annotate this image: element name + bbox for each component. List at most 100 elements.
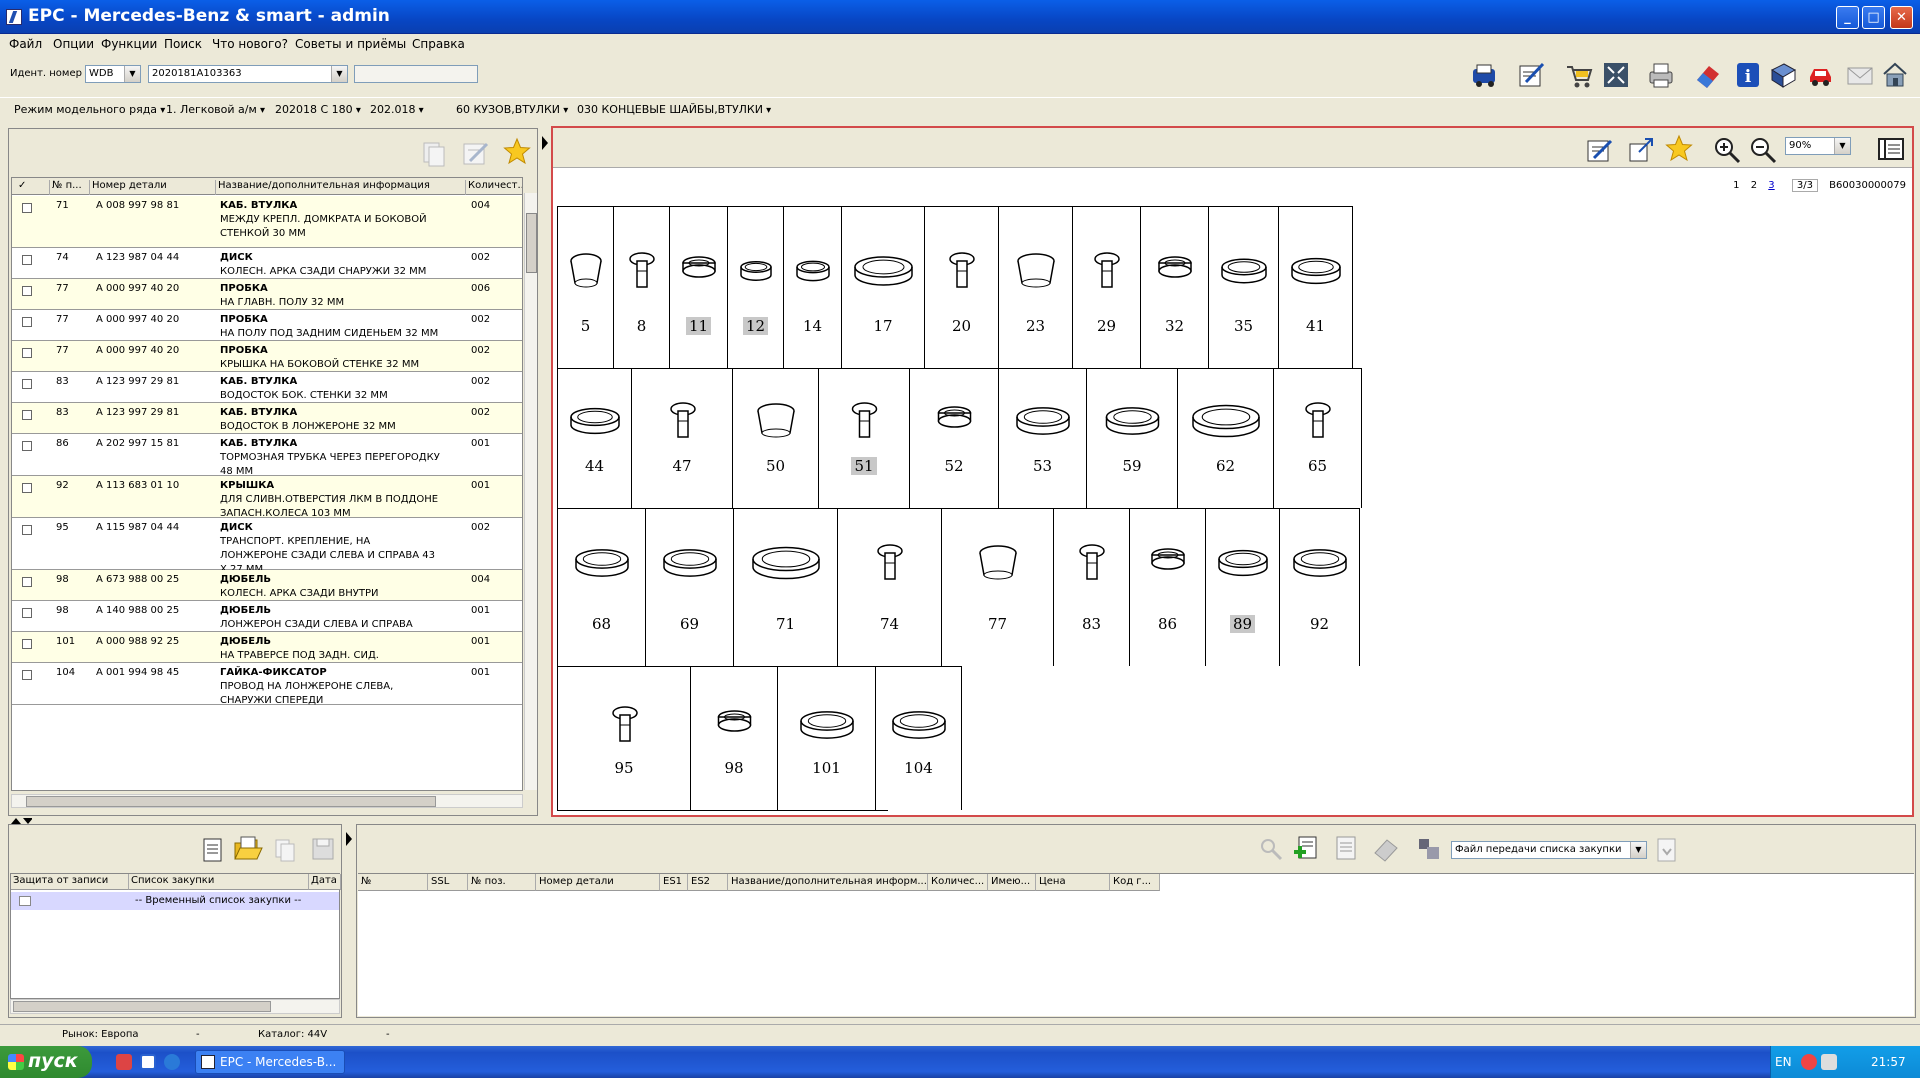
order-header-0[interactable]: № [358, 874, 428, 891]
order-header-4[interactable]: ES1 [660, 874, 688, 891]
maximize-button[interactable]: □ [1862, 6, 1885, 29]
drawing-cell-29[interactable]: 29 [1072, 206, 1140, 368]
tray-network-icon[interactable] [1821, 1054, 1837, 1070]
drawing-cell-59[interactable]: 59 [1086, 368, 1177, 508]
row-checkbox[interactable] [22, 670, 32, 680]
zoom-select[interactable]: 90% ▼ [1785, 137, 1851, 155]
table-row[interactable]: 98 A 673 988 00 25 ДЮБЕЛЬ КОЛЕСН. АРКА СЗАД… [12, 570, 522, 601]
callout-label[interactable]: 68 [592, 615, 611, 633]
callout-label[interactable]: 12 [742, 317, 769, 335]
menu-tips[interactable]: Советы и приёмы [295, 37, 406, 51]
bottom-splitter-arrow-icon[interactable] [345, 832, 353, 846]
drawing-cell-98[interactable]: 98 [690, 666, 777, 810]
table-row[interactable]: 83 A 123 997 29 81 КАБ. ВТУЛКА ВОДОСТОК В Л… [12, 403, 522, 434]
group-select[interactable]: 60 КУЗОВ,ВТУЛКИ [456, 103, 568, 116]
drawing-cell-35[interactable]: 35 [1208, 206, 1278, 368]
drawing-cell-101[interactable]: 101 [777, 666, 875, 810]
row-checkbox[interactable] [22, 379, 32, 389]
callout-label[interactable]: 5 [581, 317, 591, 335]
order-header-7[interactable]: Количес... [928, 874, 988, 891]
drawing-cell-47[interactable]: 47 [631, 368, 732, 508]
start-button[interactable]: пуск [0, 1046, 92, 1078]
type-select[interactable]: 202.018 [370, 103, 448, 116]
callout-label[interactable]: 62 [1216, 457, 1235, 475]
language-indicator[interactable]: EN [1775, 1055, 1792, 1069]
lists-horizontal-scrollbar[interactable] [10, 999, 340, 1014]
drawing-cell-92[interactable]: 92 [1279, 508, 1359, 666]
callout-label[interactable]: 86 [1158, 615, 1177, 633]
vehicle-print-icon[interactable] [1470, 60, 1500, 90]
new-list-icon[interactable] [201, 837, 225, 863]
order-header-2[interactable]: № поз. [468, 874, 536, 891]
drawing-cell-86[interactable]: 86 [1129, 508, 1205, 666]
callout-label[interactable]: 104 [904, 759, 933, 777]
drawing-cell-52[interactable]: 52 [909, 368, 998, 508]
row-checkbox[interactable] [22, 483, 32, 493]
ident-prefix-select[interactable]: WDB ▼ [85, 65, 141, 83]
header-name[interactable]: Название/дополнительная информация [216, 180, 466, 195]
callout-label[interactable]: 32 [1165, 317, 1184, 335]
header-check[interactable]: ✓ [12, 180, 50, 195]
row-checkbox[interactable] [22, 525, 32, 535]
row-checkbox[interactable] [22, 441, 32, 451]
drawing-cell-17[interactable]: 17 [841, 206, 924, 368]
row-checkbox[interactable] [22, 255, 32, 265]
transfer-file-select[interactable]: Файл передачи списка закупки ▼ [1451, 841, 1647, 859]
shopping-list-row[interactable]: -- Временный список закупки -- [11, 892, 339, 910]
table-row[interactable]: 104 A 001 994 98 45 ГАЙКА-ФИКСАТОР ПРОВОД Н… [12, 663, 522, 706]
callout-label[interactable]: 101 [812, 759, 841, 777]
callout-label[interactable]: 98 [724, 759, 743, 777]
order-header-5[interactable]: ES2 [688, 874, 728, 891]
callout-label[interactable]: 59 [1122, 457, 1141, 475]
callout-label[interactable]: 47 [672, 457, 691, 475]
add-to-order-icon[interactable] [1293, 835, 1321, 863]
drawing-cell-41[interactable]: 41 [1278, 206, 1352, 368]
drawing-cell-12[interactable]: 12 [727, 206, 783, 368]
row-checkbox[interactable] [22, 577, 32, 587]
page-link-2[interactable]: 2 [1751, 180, 1757, 191]
drawing-cell-62[interactable]: 62 [1177, 368, 1273, 508]
tray-alert-icon[interactable] [1801, 1054, 1817, 1070]
drawing-favorite-icon[interactable] [1665, 134, 1693, 162]
zoom-in-icon[interactable] [1713, 136, 1741, 164]
row-checkbox[interactable] [22, 286, 32, 296]
order-header-1[interactable]: SSL [428, 874, 468, 891]
header-part-number[interactable]: Номер детали [90, 180, 216, 195]
drawing-cell-53[interactable]: 53 [998, 368, 1086, 508]
drawing-cell-71[interactable]: 71 [733, 508, 837, 666]
drawing-cell-50[interactable]: 50 [732, 368, 818, 508]
table-row[interactable]: 77 A 000 997 40 20 ПРОБКА НА ГЛАВН. ПОЛУ 32… [12, 279, 522, 310]
callout-label[interactable]: 50 [766, 457, 785, 475]
callout-label[interactable]: 69 [680, 615, 699, 633]
transfer-icon[interactable] [1417, 835, 1441, 861]
callout-label[interactable]: 77 [988, 615, 1007, 633]
table-row[interactable]: 98 A 140 988 00 25 ДЮБЕЛЬ ЛОНЖЕРОН СЗАДИ СЛ… [12, 601, 522, 632]
callout-label[interactable]: 92 [1310, 615, 1329, 633]
menu-file[interactable]: Файл [9, 37, 42, 51]
table-row[interactable]: 74 A 123 987 04 44 ДИСК КОЛЕСН. АРКА СЗАДИ … [12, 248, 522, 279]
car-icon[interactable] [1805, 60, 1835, 90]
order-header-9[interactable]: Цена [1036, 874, 1110, 891]
copy-icon[interactable] [421, 139, 447, 167]
table-row[interactable]: 71 A 008 997 98 81 КАБ. ВТУЛКА МЕЖДУ КРЕПЛ.… [12, 196, 522, 248]
order-eraser-icon[interactable] [1371, 835, 1399, 863]
callout-label[interactable]: 8 [637, 317, 647, 335]
splitter-arrow-icon[interactable] [541, 136, 549, 150]
search-part-icon[interactable] [1259, 837, 1285, 863]
header-quantity[interactable]: Количест... [466, 180, 522, 195]
drawing-cell-69[interactable]: 69 [645, 508, 733, 666]
edit-notes-icon[interactable] [1516, 60, 1546, 90]
callout-label[interactable]: 52 [944, 457, 963, 475]
eraser-icon[interactable] [1692, 60, 1722, 90]
page-link-3[interactable]: 3 [1768, 180, 1774, 191]
table-row[interactable]: 101 A 000 988 92 25 ДЮБЕЛЬ НА ТРАВЕРСЕ ПОД … [12, 632, 522, 663]
menu-search[interactable]: Поиск [164, 37, 202, 51]
transfer-send-icon[interactable] [1655, 837, 1679, 863]
shopping-cart-icon[interactable] [1564, 60, 1594, 90]
row-checkbox[interactable] [22, 203, 32, 213]
quick-launch-browser-icon[interactable] [116, 1054, 132, 1070]
order-header-3[interactable]: Номер детали [536, 874, 660, 891]
row-checkbox[interactable] [22, 317, 32, 327]
layout-toggle-icon[interactable] [1877, 136, 1905, 162]
print-icon[interactable] [1646, 60, 1676, 90]
